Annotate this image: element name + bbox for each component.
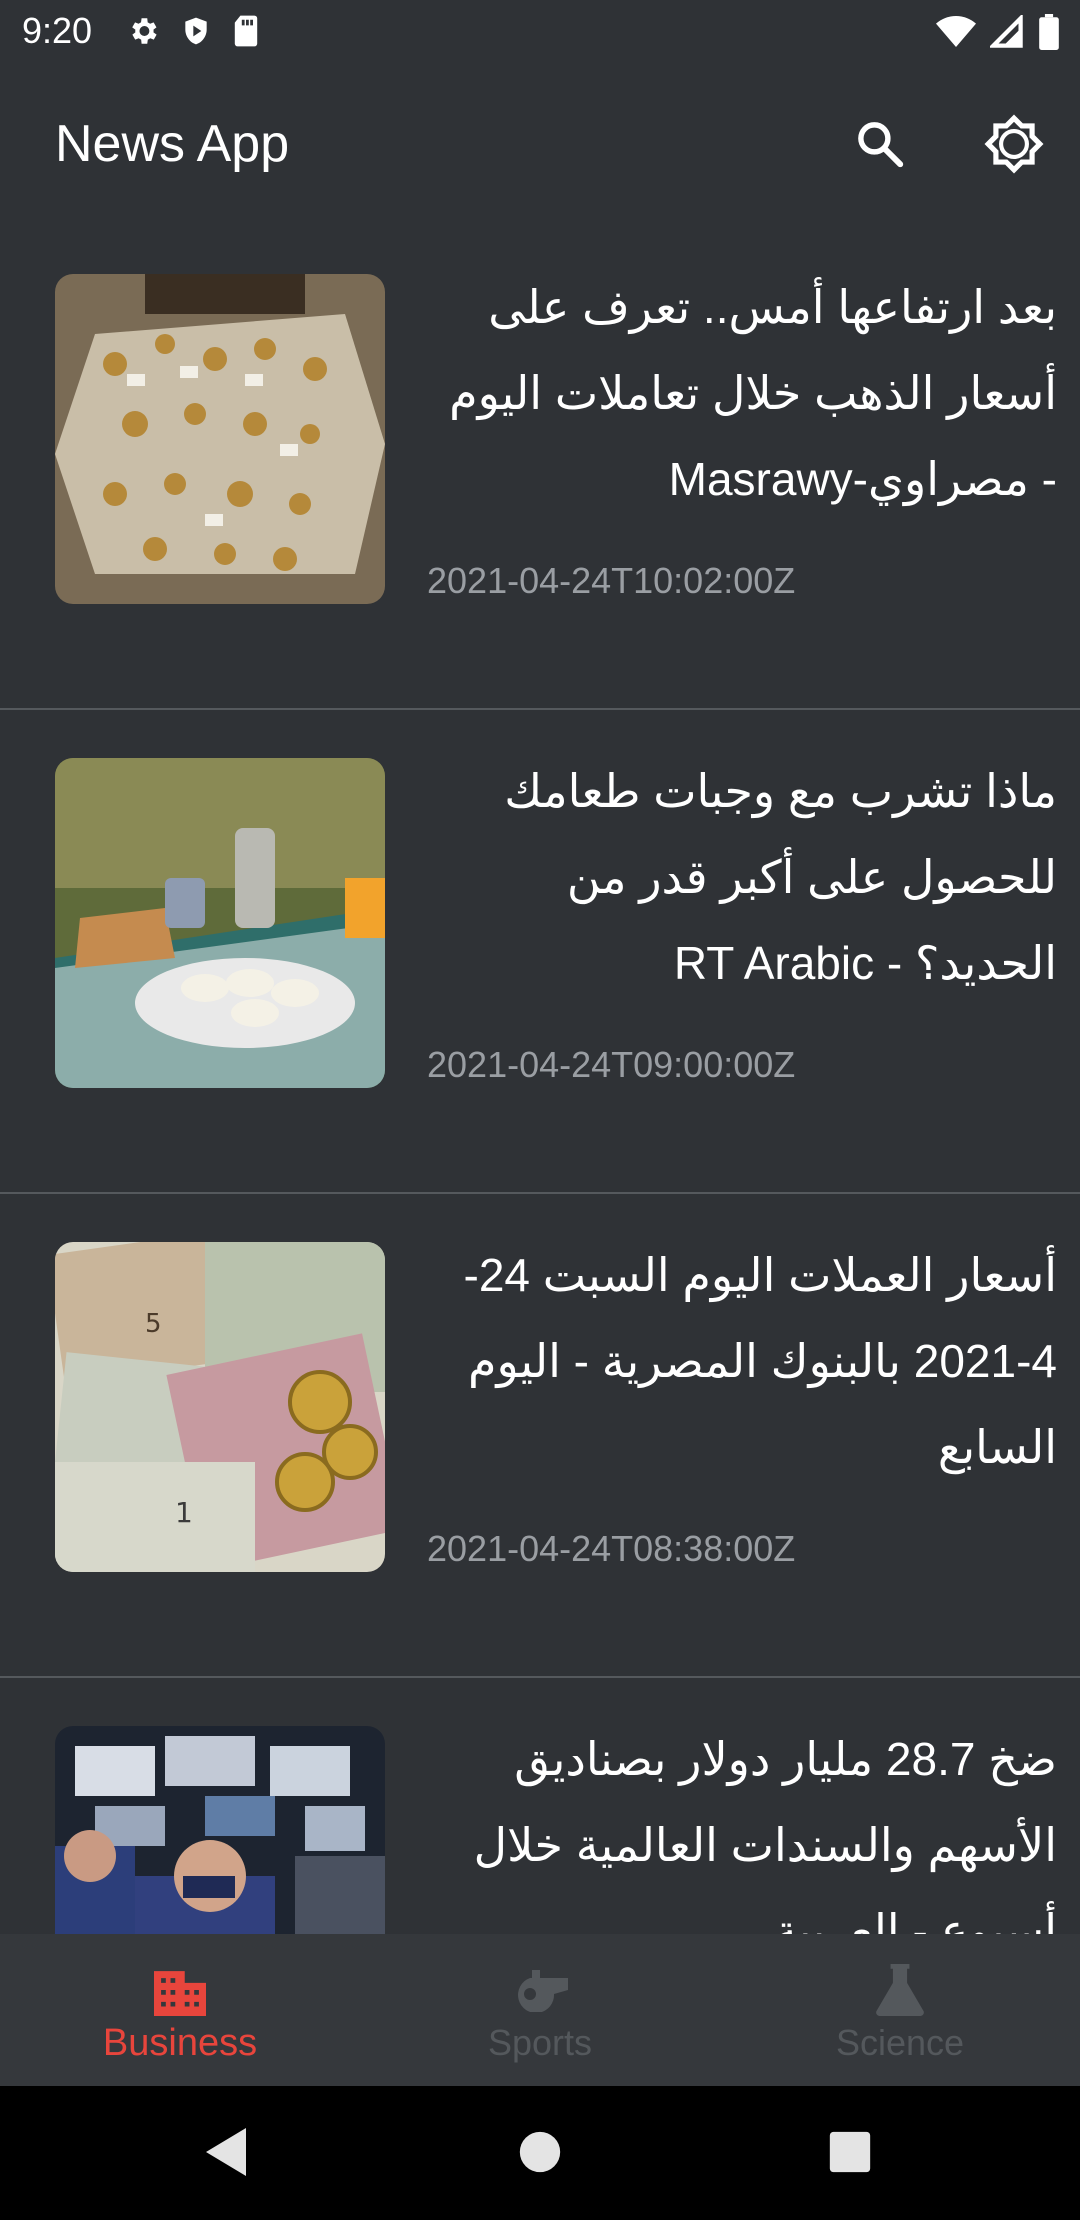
nav-label-business: Business <box>102 2022 258 2064</box>
article-date: 2021-04-24T09:00:00Z <box>427 1044 796 1085</box>
svg-text:1: 1 <box>175 1496 193 1529</box>
recents-button[interactable] <box>818 2122 882 2186</box>
nav-item-sports[interactable]: Sports <box>360 1934 720 2086</box>
back-button[interactable] <box>194 2122 258 2186</box>
article-thumbnail: 5 1 <box>55 1242 385 1572</box>
nav-item-science[interactable]: Science <box>720 1934 1080 2086</box>
article-date: 2021-04-24T10:02:00Z <box>427 560 796 601</box>
article-card[interactable]: ضخ 28.7 مليار دولار بصناديق الأسهم والسن… <box>0 1676 1080 1934</box>
gear-icon <box>126 14 160 53</box>
signal-icon <box>988 13 1024 54</box>
article-headline: ضخ 28.7 مليار دولار بصناديق الأسهم والسن… <box>473 1733 1057 1934</box>
home-button[interactable] <box>508 2122 572 2186</box>
article-headline: بعد ارتفاعها أمس.. تعرف على أسعار الذهب … <box>449 281 1057 505</box>
battery-icon <box>1038 14 1060 55</box>
article-headline: ماذا تشرب مع وجبات طعامك للحصول على أكبر… <box>504 765 1057 989</box>
status-bar: 9:20 <box>0 0 1080 66</box>
nav-label-sports: Sports <box>487 2022 593 2063</box>
brightness-icon <box>983 113 1045 180</box>
article-thumbnail <box>55 274 385 604</box>
wifi-icon <box>936 15 976 54</box>
article-thumbnail <box>55 758 385 1088</box>
building-icon <box>151 1962 209 2018</box>
search-icon <box>853 117 907 176</box>
flask-icon <box>876 1962 924 2018</box>
recents-icon <box>828 2130 872 2179</box>
article-thumbnail <box>55 1726 385 1934</box>
app-bar: News App <box>0 66 1080 224</box>
shield-icon <box>180 14 212 53</box>
nav-item-business[interactable]: Business <box>0 1934 360 2086</box>
home-icon <box>518 2130 562 2179</box>
status-time: 9:20 <box>22 10 93 51</box>
article-card[interactable]: ماذا تشرب مع وجبات طعامك للحصول على أكبر… <box>0 708 1080 1194</box>
system-navigation-bar <box>0 2086 1080 2220</box>
theme-toggle-button[interactable] <box>978 110 1050 182</box>
news-feed[interactable]: بعد ارتفاعها أمس.. تعرف على أسعار الذهب … <box>0 224 1080 1934</box>
article-headline: أسعار العملات اليوم السبت 24-4-2021 بالب… <box>463 1249 1057 1473</box>
app-title: News App <box>55 115 290 173</box>
bottom-navigation: Business Sports Science <box>0 1934 1080 2086</box>
article-card[interactable]: بعد ارتفاعها أمس.. تعرف على أسعار الذهب … <box>0 224 1080 710</box>
sd-card-icon <box>232 14 260 53</box>
back-icon <box>202 2126 250 2183</box>
article-date: 2021-04-24T08:38:00Z <box>427 1528 796 1569</box>
article-card[interactable]: 5 1 أسعار العملات اليوم السبت 24-4-2021 … <box>0 1192 1080 1678</box>
nav-label-science: Science <box>835 2022 965 2063</box>
whistle-icon <box>510 1962 570 2018</box>
svg-text:5: 5 <box>145 1309 162 1339</box>
search-button[interactable] <box>844 110 916 182</box>
